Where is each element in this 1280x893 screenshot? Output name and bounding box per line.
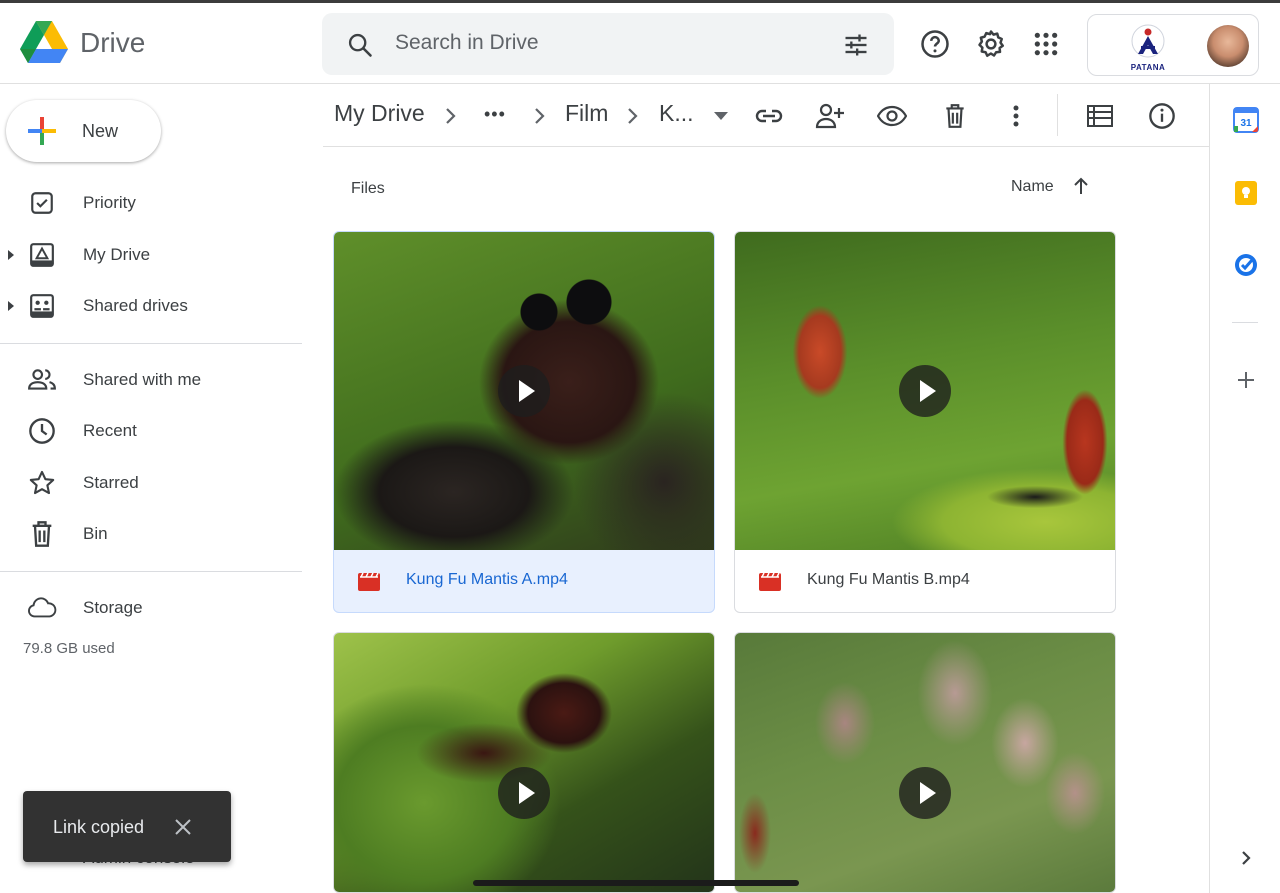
sidebar-item-shared-drives[interactable]: Shared drives [0,282,302,330]
toast-message: Link copied [53,817,145,837]
list-view-icon[interactable] [1085,101,1115,131]
expand-panel-chevron-icon[interactable] [1233,845,1259,871]
sidebar-item-label: My Drive [83,245,151,264]
chevron-right-icon [626,106,640,131]
priority-icon [27,188,57,218]
breadcrumb-current-folder[interactable]: K... [659,100,694,127]
play-icon[interactable] [498,767,550,819]
sort-by-name[interactable]: Name [1011,178,1054,196]
clock-icon [27,416,57,446]
sidebar-divider [0,571,302,572]
close-icon[interactable] [173,817,193,842]
plus-icon [26,115,58,147]
drive-logo-icon [20,21,68,63]
sidebar-item-label: Bin [83,524,108,543]
breadcrumb-ellipsis[interactable]: ••• [484,104,506,125]
video-thumbnail[interactable] [334,232,714,550]
more-options-icon[interactable] [1001,101,1031,131]
help-icon[interactable] [920,29,950,59]
account-switcher[interactable]: PATANA [1087,14,1259,76]
search-input[interactable]: Search in Drive [395,31,539,55]
shared-drives-icon [27,291,57,321]
sidebar: New Priority My Drive Shared drives Shar… [0,84,302,893]
new-button-label: New [82,120,119,141]
storage-used-text: 79.8 GB used [23,640,115,657]
sidebar-item-shared-with-me[interactable]: Shared with me [0,356,302,404]
video-file-icon [759,571,781,596]
file-card-footer[interactable]: Kung Fu Mantis A.mp4 [334,550,714,612]
file-name[interactable]: Kung Fu Mantis B.mp4 [807,571,970,589]
top-bar: Drive Search in Drive PATANA [0,0,1280,84]
star-icon [27,468,57,498]
cloud-icon [27,593,57,623]
get-link-icon[interactable] [754,101,784,131]
my-drive-icon [27,240,57,270]
sidebar-item-label: Priority [83,193,136,212]
sidebar-item-label: Starred [83,473,139,492]
drive-logo[interactable]: Drive [20,21,145,65]
bin-icon [27,519,57,549]
sidebar-item-priority[interactable]: Priority [0,179,302,227]
file-name[interactable]: Kung Fu Mantis A.mp4 [406,571,568,589]
dropdown-arrow-icon[interactable] [706,101,736,131]
file-card[interactable] [734,632,1116,893]
app-title: Drive [80,27,146,58]
sidebar-item-starred[interactable]: Starred [0,459,302,507]
sidebar-item-label: Storage [83,598,143,617]
toolbar-separator [1057,94,1058,136]
preview-eye-icon[interactable] [877,101,907,131]
breadcrumb-film[interactable]: Film [565,100,608,127]
search-options-icon[interactable] [842,31,870,64]
sidebar-item-label: Shared drives [83,296,188,315]
sidebar-item-my-drive[interactable]: My Drive [0,231,302,279]
user-avatar[interactable] [1207,25,1249,67]
people-icon [27,365,57,395]
file-card-footer[interactable]: Kung Fu Mantis B.mp4 [735,550,1115,612]
breadcrumb-my-drive[interactable]: My Drive [334,100,425,127]
delete-bin-icon[interactable] [940,101,970,131]
add-addon-plus-icon[interactable] [1233,367,1259,393]
organization-logo-text: PATANA [1130,63,1166,72]
video-thumbnail[interactable] [735,633,1115,892]
share-add-person-icon[interactable] [815,101,845,131]
expand-caret-icon[interactable] [8,301,14,311]
side-panel-divider [1232,322,1258,323]
expand-caret-icon[interactable] [8,250,14,260]
sidebar-item-label: Recent [83,421,137,440]
sidebar-item-storage[interactable]: Storage [0,584,302,632]
side-panel: 31 [1209,84,1280,893]
toolbar: My Drive ••• Film K... [323,84,1209,147]
chevron-right-icon [533,106,547,131]
play-icon[interactable] [899,767,951,819]
search-icon[interactable] [346,31,374,64]
file-card[interactable] [333,632,715,893]
play-icon[interactable] [498,365,550,417]
google-keep-icon[interactable] [1233,180,1259,206]
organization-logo: PATANA [1128,24,1168,72]
sidebar-item-bin[interactable]: Bin [0,510,302,558]
sidebar-divider [0,343,302,344]
file-card-kung-fu-mantis-b[interactable]: Kung Fu Mantis B.mp4 [734,231,1116,613]
file-card-kung-fu-mantis-a[interactable]: Kung Fu Mantis A.mp4 [333,231,715,613]
sidebar-item-recent[interactable]: Recent [0,407,302,455]
chevron-right-icon [444,106,458,131]
google-calendar-icon[interactable]: 31 [1233,107,1259,133]
play-icon[interactable] [899,365,951,417]
search-bar[interactable]: Search in Drive [322,13,894,75]
settings-gear-icon[interactable] [976,29,1006,59]
video-thumbnail[interactable] [334,633,714,892]
info-icon[interactable] [1147,101,1177,131]
home-indicator-bar[interactable] [473,880,799,886]
files-section-label: Files [351,180,385,197]
sidebar-item-label: Shared with me [83,370,202,389]
new-button[interactable]: New [6,100,161,162]
video-file-icon [358,571,380,596]
calendar-day-number: 31 [1240,118,1252,129]
google-tasks-icon[interactable] [1233,252,1259,278]
apps-grid-icon[interactable] [1031,29,1061,59]
snackbar-toast: Link copied [23,791,231,862]
video-thumbnail[interactable] [735,232,1115,550]
sort-ascending-arrow-icon[interactable] [1072,176,1090,201]
